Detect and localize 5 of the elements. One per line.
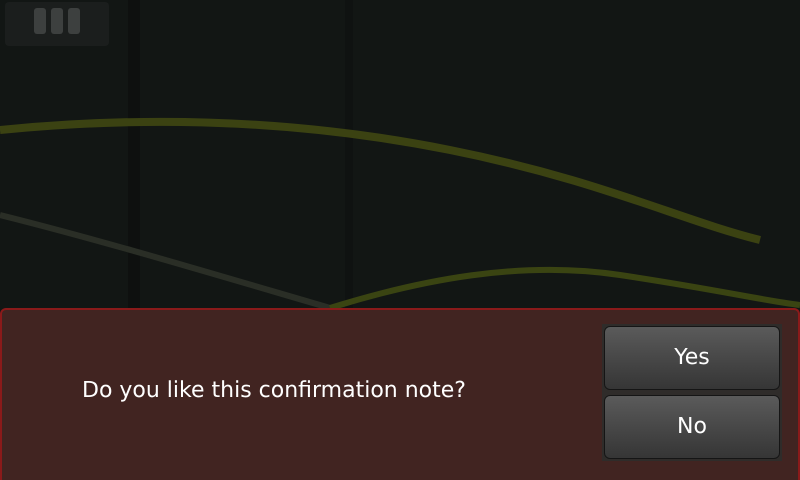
bars-icon [34,8,80,34]
dialog-button[interactable]: Yes [604,326,780,390]
menu-button[interactable] [5,2,109,46]
dialog-button[interactable]: No [604,394,780,458]
dialog-message: Do you like this confirmation note? [82,376,467,404]
